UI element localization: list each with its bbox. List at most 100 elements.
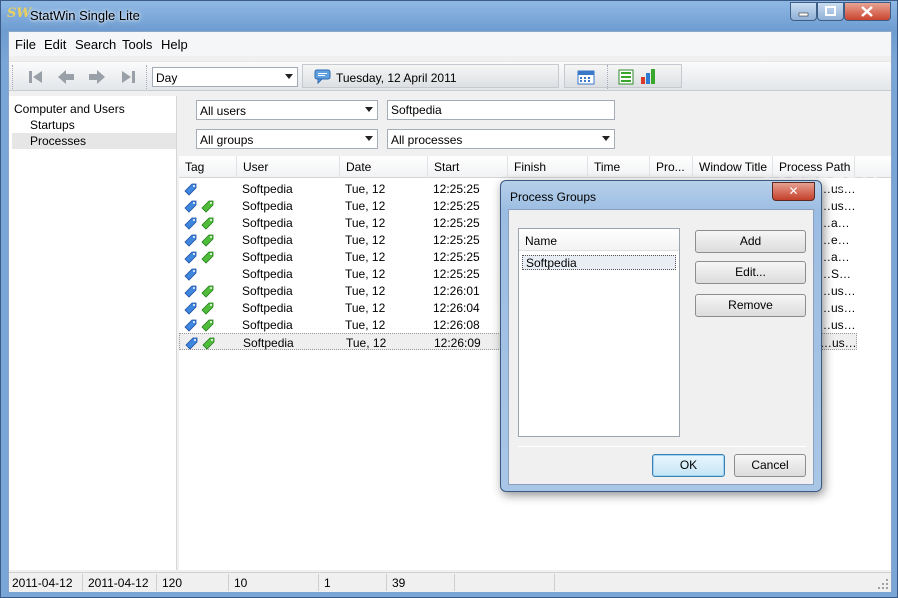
- cell-date: Tue, 12: [346, 336, 387, 350]
- bar-chart-icon[interactable]: [640, 68, 658, 85]
- groups-listbox[interactable]: Name Softpedia: [518, 228, 680, 437]
- cell-start: 12:26:09: [434, 336, 481, 350]
- tag-icon: [184, 302, 214, 315]
- menu-edit[interactable]: Edit: [44, 37, 66, 52]
- cell-process-path: …us…: [819, 199, 856, 213]
- cell-process-path: …us…: [820, 336, 857, 350]
- status-separator: [228, 574, 229, 591]
- cell-date: Tue, 12: [345, 284, 386, 298]
- cell-process-path: …us…: [819, 301, 856, 315]
- tag-icon: [184, 200, 214, 213]
- date-navigator[interactable]: Tuesday, 12 April 2011: [302, 64, 559, 88]
- cell-start: 12:25:25: [433, 182, 480, 196]
- cell-user: Softpedia: [242, 233, 293, 247]
- forward-arrow-icon[interactable]: [87, 68, 107, 86]
- navigation-tree: Computer and Users Startups Processes: [9, 96, 177, 570]
- toolbar-separator: [146, 65, 148, 89]
- listbox-header[interactable]: Name: [519, 229, 679, 251]
- menu-file[interactable]: File: [15, 37, 36, 52]
- dialog-body: Name Softpedia Add Edit... Remove OK Can…: [508, 209, 814, 485]
- tree-item-startups[interactable]: Startups: [30, 118, 75, 132]
- back-arrow-icon[interactable]: [56, 68, 76, 86]
- tag-icon: [184, 217, 214, 230]
- column-header-start[interactable]: Start: [428, 156, 508, 178]
- cell-start: 12:25:25: [433, 267, 480, 281]
- chevron-down-icon: [365, 107, 373, 112]
- view-buttons: [564, 64, 682, 89]
- cell-user: Softpedia: [242, 250, 293, 264]
- status-count-total: 120: [162, 576, 183, 590]
- toolbar: Day Tuesday, 12 April 2011: [9, 61, 891, 91]
- tree-root-computer-and-users[interactable]: Computer and Users: [14, 102, 125, 116]
- cell-user: Softpedia: [242, 216, 293, 230]
- cancel-button[interactable]: Cancel: [734, 454, 806, 477]
- cell-date: Tue, 12: [345, 216, 386, 230]
- cell-process-path: …a…: [819, 250, 850, 264]
- ok-button[interactable]: OK: [652, 454, 725, 477]
- period-select[interactable]: Day: [152, 67, 298, 87]
- search-input[interactable]: Softpedia: [387, 100, 615, 120]
- first-icon[interactable]: [26, 68, 46, 86]
- status-separator: [386, 574, 387, 591]
- process-groups-dialog: Process Groups ✕ Name Softpedia Add Edit…: [500, 180, 822, 492]
- column-header-tag[interactable]: Tag: [179, 156, 237, 178]
- toolbar-separator: [607, 65, 609, 89]
- cell-process-path: …us…: [819, 284, 856, 298]
- status-separator: [82, 574, 83, 591]
- menu-tools[interactable]: Tools: [122, 37, 152, 52]
- column-header-user[interactable]: User: [237, 156, 340, 178]
- listbox-header-name: Name: [525, 234, 558, 248]
- title-bar[interactable]: SW StatWin Single Lite: [1, 1, 897, 31]
- processes-filter-select[interactable]: All processes: [387, 129, 615, 149]
- cell-user: Softpedia: [242, 267, 293, 281]
- cell-process-path: …e…: [819, 233, 850, 247]
- add-button[interactable]: Add: [695, 230, 806, 253]
- cell-date: Tue, 12: [345, 182, 386, 196]
- cell-process-path: …S…: [819, 267, 852, 281]
- tag-icon: [184, 319, 214, 332]
- tag-icon: [185, 337, 215, 350]
- edit-button[interactable]: Edit...: [695, 261, 806, 284]
- toolbar-grip: [12, 65, 14, 89]
- cell-process-path: …a…: [819, 216, 850, 230]
- tree-item-processes[interactable]: Processes: [12, 133, 176, 149]
- chevron-down-icon: [602, 136, 610, 141]
- list-view-icon[interactable]: [618, 69, 634, 85]
- column-header-time[interactable]: Time: [588, 156, 650, 178]
- close-icon: [861, 6, 873, 17]
- maximize-button[interactable]: [817, 2, 844, 21]
- cell-date: Tue, 12: [345, 318, 386, 332]
- last-icon[interactable]: [118, 68, 138, 86]
- close-button[interactable]: [844, 2, 891, 21]
- calendar-icon[interactable]: [577, 69, 595, 85]
- groups-filter-select[interactable]: All groups: [196, 129, 378, 149]
- menu-bar: File Edit Search Tools Help: [9, 32, 891, 56]
- cell-date: Tue, 12: [345, 233, 386, 247]
- users-filter-value: All users: [200, 104, 247, 118]
- cell-user: Softpedia: [242, 284, 293, 298]
- cell-date: Tue, 12: [345, 250, 386, 264]
- tag-icon: [184, 234, 214, 247]
- users-filter-select[interactable]: All users: [196, 100, 378, 120]
- menu-help[interactable]: Help: [161, 37, 188, 52]
- app-logo-icon: SW: [7, 6, 31, 21]
- cell-user: Softpedia: [242, 318, 293, 332]
- status-separator: [554, 574, 555, 591]
- column-header-process[interactable]: Pro...: [650, 156, 693, 178]
- column-header-date[interactable]: Date: [340, 156, 428, 178]
- minimize-button[interactable]: [790, 2, 817, 21]
- tag-icon: [184, 285, 214, 298]
- remove-button[interactable]: Remove: [695, 294, 806, 317]
- search-text: Softpedia: [391, 103, 442, 117]
- list-item-softpedia[interactable]: Softpedia: [522, 255, 676, 270]
- resize-grip-icon[interactable]: [877, 578, 889, 590]
- dialog-separator: [518, 446, 806, 447]
- processes-filter-value: All processes: [391, 133, 463, 147]
- tag-icon: [184, 268, 197, 281]
- cell-user: Softpedia: [242, 182, 293, 196]
- menu-search[interactable]: Search: [75, 37, 116, 52]
- dialog-close-button[interactable]: ✕: [772, 182, 815, 201]
- column-header-finish[interactable]: Finish: [508, 156, 588, 178]
- cell-user: Softpedia: [242, 199, 293, 213]
- cell-start: 12:25:25: [433, 199, 480, 213]
